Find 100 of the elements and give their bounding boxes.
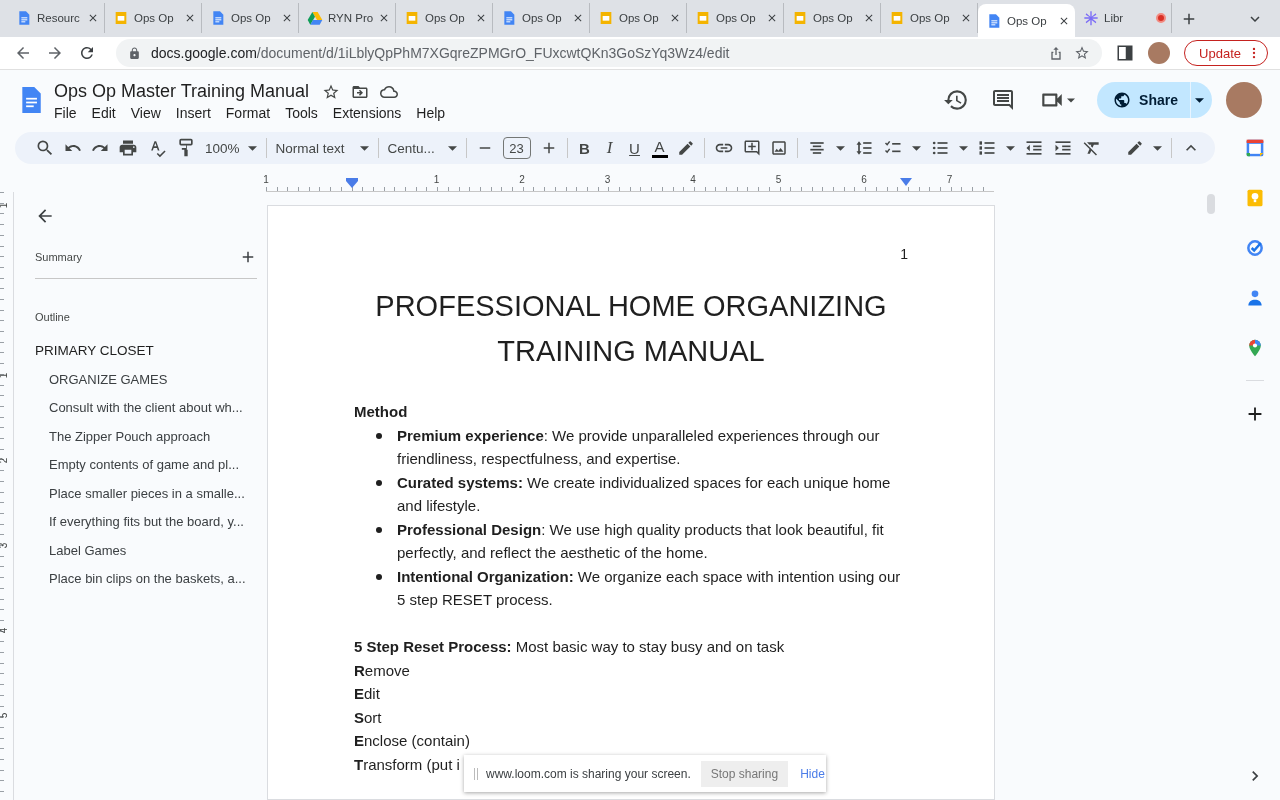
caret-icon[interactable] (835, 145, 845, 151)
font-size-field[interactable]: 23 (502, 137, 531, 159)
forward-icon[interactable] (46, 44, 64, 62)
menu-item[interactable]: Edit (91, 105, 116, 121)
caret-icon (1195, 97, 1204, 103)
menu-item[interactable]: Insert (175, 105, 211, 121)
browser-tab[interactable]: Ops Op (493, 3, 590, 33)
outline-item[interactable]: ORGANIZE GAMES (35, 365, 257, 394)
font-dropdown[interactable]: Centu... (387, 140, 457, 156)
page-number: 1 (899, 246, 908, 264)
hide-link[interactable]: Hide (800, 766, 825, 781)
caret-icon (447, 145, 457, 151)
browser-tab[interactable]: Libr (1075, 3, 1172, 33)
indent-marker[interactable] (900, 178, 912, 186)
bullet-text: Intentional Organization: We organize each space with intention using our 5 step RESET process. (397, 566, 902, 610)
menu-item[interactable]: File (54, 105, 77, 121)
menu-item[interactable]: Help (416, 105, 446, 121)
menu-item[interactable]: Extensions (332, 105, 402, 121)
browser-tab[interactable]: RYN Pro (299, 3, 396, 33)
close-icon[interactable] (184, 12, 196, 24)
add-comment-icon[interactable] (742, 139, 761, 157)
italic-button[interactable]: I (601, 138, 618, 158)
paragraph: Sort (354, 707, 382, 728)
outline-item[interactable]: If everything fits but the board, y... (35, 508, 257, 537)
lock-icon (128, 46, 141, 60)
style-dropdown[interactable]: Normal text (275, 140, 369, 156)
close-icon[interactable] (669, 12, 681, 24)
ruler-number: 1 (263, 174, 269, 185)
paragraph: Edit (354, 684, 380, 704)
reload-icon[interactable] (78, 44, 96, 62)
underline-button[interactable]: U (626, 139, 643, 157)
menu-item[interactable]: View (130, 105, 161, 121)
slides-icon (695, 10, 711, 26)
side-panel-icon[interactable] (1116, 44, 1135, 62)
image-icon[interactable] (769, 139, 788, 157)
scrollbar-thumb[interactable] (1207, 194, 1215, 214)
bullet-icon (376, 573, 382, 580)
bookmark-star-icon[interactable] (1074, 45, 1091, 61)
editing-mode-icon[interactable] (1126, 139, 1144, 157)
browser-tab[interactable]: Ops Op (978, 4, 1075, 37)
search-icon[interactable] (35, 138, 55, 158)
ruler-number: 3 (604, 174, 611, 185)
bullet-icon (376, 432, 382, 439)
outline-item[interactable]: Place bin clips on the baskets, a... (35, 565, 257, 594)
outline-item[interactable]: PRIMARY CLOSET (35, 337, 257, 366)
caret-icon (359, 145, 369, 151)
close-icon[interactable] (87, 12, 99, 24)
browser-tab[interactable]: Ops Op (105, 3, 202, 33)
close-icon[interactable] (960, 12, 972, 24)
close-icon[interactable] (572, 12, 584, 24)
text-color-button[interactable]: A (651, 138, 668, 158)
browser-tab[interactable]: Resourc (8, 3, 105, 33)
close-icon[interactable] (281, 12, 293, 24)
browser-tab[interactable]: Ops Op (590, 3, 687, 33)
browser-tab[interactable]: Ops Op (687, 3, 784, 33)
close-icon[interactable] (766, 12, 778, 24)
outline-item[interactable]: Label Games (35, 536, 257, 565)
docs-icon (16, 10, 32, 26)
caret-icon[interactable] (958, 145, 968, 151)
print-icon[interactable] (118, 138, 138, 158)
caret-icon[interactable] (1005, 145, 1015, 151)
caret-icon[interactable] (1153, 145, 1162, 151)
outline-item[interactable]: Place smaller pieces in a smalle... (35, 479, 257, 508)
browser-tab[interactable]: Ops Op (202, 3, 299, 33)
comment-icon[interactable] (991, 88, 1016, 112)
outline-item[interactable]: The Zipper Pouch approach (35, 422, 257, 451)
update-button[interactable]: Update (1184, 40, 1268, 66)
outline-item[interactable]: Empty contents of game and pl... (35, 451, 257, 480)
ruler-number: 6 (861, 174, 867, 185)
bold-button[interactable]: B (576, 139, 593, 157)
share-menu-button[interactable] (1190, 82, 1212, 118)
tasks-icon[interactable] (1245, 238, 1265, 258)
ruler-number: 2 (519, 174, 525, 185)
highlighter-icon[interactable] (676, 139, 695, 157)
paint-format-icon[interactable] (176, 138, 196, 158)
outline-item[interactable]: Consult with the client about wh... (35, 394, 257, 423)
history-icon[interactable] (943, 87, 970, 113)
indent-marker[interactable] (346, 178, 358, 188)
browser-tab[interactable]: Ops Op (396, 3, 493, 33)
share-button[interactable]: Share (1097, 82, 1190, 118)
caret-icon[interactable] (1067, 97, 1076, 103)
close-icon[interactable] (475, 12, 487, 24)
menu-item[interactable]: Format (225, 105, 271, 121)
caret-icon[interactable] (911, 145, 921, 151)
address-bar[interactable]: docs.google.com/document/d/1iLblyQpPhM7XGqreZPMGrO_FUxcwtQKn3GoSzYq3Wz4/edit (116, 39, 1103, 67)
account-avatar[interactable] (1226, 82, 1262, 118)
calendar-icon[interactable] (1245, 138, 1265, 158)
stop-sharing-button[interactable]: Stop sharing (700, 760, 789, 787)
contacts-icon[interactable] (1245, 288, 1265, 308)
profile-avatar[interactable] (1148, 42, 1171, 64)
browser-tab[interactable]: Ops Op (784, 3, 881, 33)
ruler-number: 2 (0, 457, 10, 464)
ruler-number: 7 (946, 174, 953, 185)
menu-item[interactable]: Tools (285, 105, 318, 121)
paragraph: Enclose (contain) (354, 731, 470, 751)
close-icon[interactable] (863, 12, 875, 24)
document-title[interactable]: Ops Op Master Training Manual (54, 81, 310, 102)
ruler-number: 5 (0, 712, 10, 719)
zoom-dropdown[interactable]: 100% (205, 140, 257, 156)
drag-handle-icon[interactable] (474, 767, 478, 780)
